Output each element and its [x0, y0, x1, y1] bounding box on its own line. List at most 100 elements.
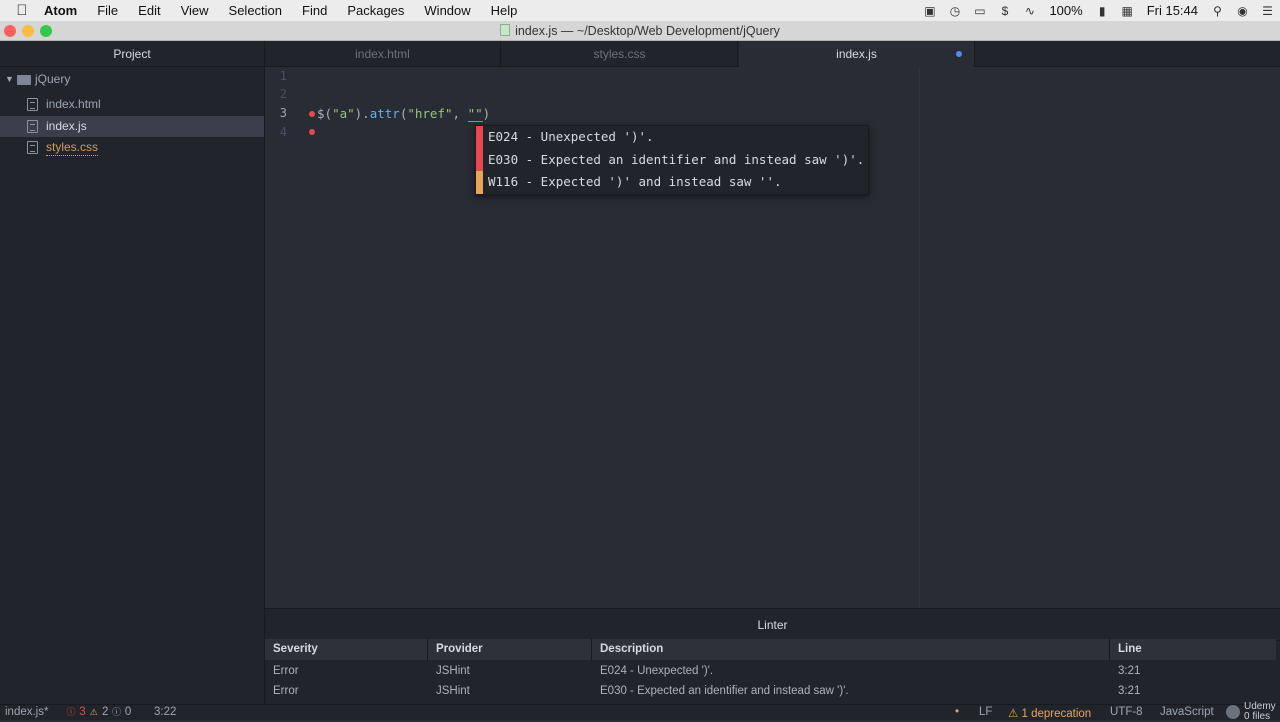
lint-error-marker-icon[interactable]	[309, 129, 315, 135]
folder-icon	[17, 75, 31, 85]
code-token: ).	[354, 106, 370, 121]
tab-styles-css[interactable]: styles.css	[502, 41, 738, 67]
code-line-3[interactable]: $("a").attr("href", "")	[317, 104, 490, 123]
warning-triangle-icon: ⚠	[1008, 708, 1019, 720]
dollar-icon[interactable]: $	[992, 4, 1017, 18]
menubar-clock[interactable]: Fri 15:44	[1147, 3, 1198, 18]
battery-percent[interactable]: 100%	[1049, 3, 1082, 18]
column-header-severity[interactable]: Severity	[265, 639, 428, 660]
lint-error-marker-icon[interactable]	[309, 111, 315, 117]
description-cell: E024 - Unexpected ')'.	[600, 665, 714, 677]
line-number: 2	[279, 87, 287, 101]
wifi-icon[interactable]: ∿	[1017, 4, 1042, 18]
tab-index-js[interactable]: index.js	[739, 41, 975, 68]
camera-icon[interactable]: ▣	[917, 4, 942, 18]
menu-view[interactable]: View	[181, 3, 209, 18]
severity-cell: Error	[273, 685, 299, 697]
provider-cell: JSHint	[436, 685, 470, 697]
tree-file-index-js[interactable]: index.js	[0, 116, 264, 137]
column-header-line[interactable]: Line	[1110, 639, 1276, 660]
code-token: ,	[452, 106, 468, 121]
code-token: )	[482, 106, 491, 121]
tree-folder-jquery[interactable]: ▼ jQuery	[0, 69, 264, 90]
tab-label: index.js	[836, 47, 877, 61]
tab-index-html[interactable]: index.html	[265, 41, 501, 67]
menu-window[interactable]: Window	[424, 3, 470, 18]
error-count-icon: ⓘ	[66, 707, 76, 717]
code-token: "a"	[332, 106, 355, 121]
encoding-selector[interactable]: UTF-8	[1110, 706, 1143, 718]
lint-tooltip: E024 - Unexpected ')'. E030 - Expected a…	[475, 125, 869, 195]
severity-cell: Error	[273, 665, 299, 677]
deprecation-cop-status[interactable]: ⚠ 1 deprecation	[1008, 706, 1091, 720]
menu-file[interactable]: File	[97, 3, 118, 18]
code-token: $(	[317, 106, 333, 121]
tree-folder-label: jQuery	[35, 72, 71, 86]
linter-table-row[interactable]: Error JSHint E030 - Expected an identifi…	[265, 681, 1276, 702]
line-number: 1	[279, 69, 287, 83]
file-count: 0 files	[1244, 711, 1271, 722]
tree-file-label: styles.css	[46, 140, 99, 156]
menu-edit[interactable]: Edit	[138, 3, 160, 18]
file-icon	[500, 24, 511, 36]
linter-status-summary[interactable]: ⓘ 3 ⚠ 2 ⓘ 0	[66, 706, 131, 718]
error-count: 3	[79, 706, 86, 718]
window-title-text: index.js — ~/Desktop/Web Development/jQu…	[515, 24, 780, 38]
drive-icon[interactable]: ▭	[967, 4, 992, 18]
line-number: 4	[279, 125, 287, 139]
linter-panel: Linter Severity Provider Description Lin…	[265, 608, 1280, 704]
info-count: 0	[124, 706, 132, 718]
apple-logo-icon[interactable]: 	[0, 2, 44, 19]
battery-icon[interactable]: ▮	[1090, 4, 1115, 18]
line-number: 3	[279, 106, 287, 120]
lint-tooltip-text: E024 - Unexpected ')'.	[488, 129, 654, 144]
warning-count-icon: ⚠	[89, 707, 98, 717]
spotlight-search-icon[interactable]: ⚲	[1205, 4, 1230, 18]
status-bar: index.js* ⓘ 3 ⚠ 2 ⓘ 0 3:22 • LF ⚠ 1 depr…	[0, 702, 1280, 722]
status-file-name[interactable]: index.js*	[5, 706, 48, 718]
code-token: "href"	[407, 106, 453, 121]
menu-app-name[interactable]: Atom	[44, 3, 77, 18]
provider-cell: JSHint	[436, 665, 470, 677]
clock-icon[interactable]: ◷	[942, 4, 967, 18]
code-editor[interactable]: 1 2 3 4 $("a").attr("href", "") E024 - U…	[265, 67, 1280, 608]
deprecation-count: 1 deprecation	[1021, 708, 1092, 720]
flag-uk-icon[interactable]: ▦	[1115, 4, 1140, 18]
window-titlebar: index.js — ~/Desktop/Web Development/jQu…	[0, 21, 1280, 41]
grammar-selector[interactable]: JavaScript	[1160, 706, 1214, 718]
line-ending-selector[interactable]: LF	[979, 706, 992, 718]
git-modified-dot-icon: •	[955, 706, 960, 718]
editor-tab-bar: index.html styles.css index.js	[265, 41, 1280, 68]
tree-file-label: index.js	[46, 119, 87, 133]
file-icon	[27, 141, 38, 154]
udemy-logo-icon	[1226, 705, 1240, 719]
siri-icon[interactable]: ◉	[1230, 4, 1255, 18]
linter-panel-title[interactable]: Linter	[265, 609, 1280, 641]
lint-tooltip-message: E030 - Expected an identifier and instea…	[476, 148, 868, 171]
udemy-watermark: Udemy 0 files	[1244, 702, 1276, 722]
file-icon	[27, 98, 38, 111]
code-token: attr	[369, 106, 400, 121]
lint-tooltip-message: W116 - Expected ')' and instead saw ''.	[476, 171, 868, 194]
linter-table-row[interactable]: Error JSHint E024 - Unexpected ')'. 3:21	[265, 661, 1276, 682]
cursor-position[interactable]: 3:22	[154, 706, 176, 718]
macos-menubar:  Atom File Edit View Selection Find Pac…	[0, 0, 1280, 21]
tree-file-styles-css[interactable]: styles.css	[0, 137, 264, 158]
line-cell[interactable]: 3:21	[1110, 681, 1276, 702]
menu-find[interactable]: Find	[302, 3, 327, 18]
warning-count: 2	[102, 706, 109, 718]
menu-help[interactable]: Help	[491, 3, 518, 18]
project-panel-header[interactable]: Project	[0, 41, 264, 67]
menu-packages[interactable]: Packages	[347, 3, 404, 18]
info-count-icon: ⓘ	[112, 707, 122, 717]
column-header-description[interactable]: Description	[592, 639, 1110, 660]
line-cell[interactable]: 3:21	[1110, 661, 1276, 682]
modified-indicator-icon[interactable]	[956, 51, 962, 57]
menu-selection[interactable]: Selection	[229, 3, 282, 18]
notification-center-icon[interactable]: ☰	[1255, 4, 1280, 18]
tree-file-index-html[interactable]: index.html	[0, 94, 264, 115]
file-icon	[27, 120, 38, 133]
lint-tooltip-text: W116 - Expected ')' and instead saw ''.	[488, 174, 782, 189]
column-header-provider[interactable]: Provider	[428, 639, 592, 660]
description-cell: E030 - Expected an identifier and instea…	[600, 685, 849, 697]
